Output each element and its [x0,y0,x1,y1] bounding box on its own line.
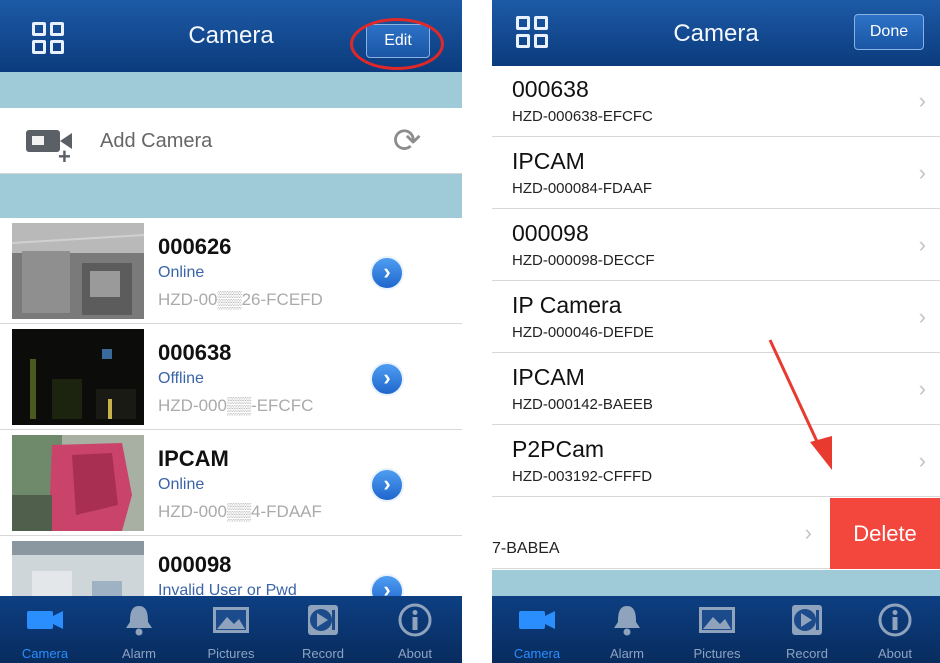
add-camera-icon: + [26,126,80,168]
tab-alarm[interactable]: Alarm [94,596,184,663]
tab-label: Alarm [122,646,156,661]
camera-name: 000638 [158,340,232,365]
tab-label: Pictures [207,646,255,661]
camera-uid: HZD-000▒▒4-FDAAF [158,502,322,521]
camera-name: 000098 [158,552,232,577]
bell-icon [126,606,152,636]
tab-alarm[interactable]: Alarm [582,596,672,663]
chevron-right-icon[interactable]: › [370,468,404,502]
tab-label: About [878,646,912,661]
camera-row[interactable]: 000638 Offline HZD-000▒▒-EFCFC › [0,324,462,430]
video-camera-icon [27,611,63,629]
camera-thumbnail [12,329,144,425]
camera-thumbnail [12,435,144,531]
camera-status: Offline [158,370,204,387]
tab-label: Camera [513,646,561,661]
tab-label: Record [786,646,828,661]
top-bar: Camera Edit [0,0,462,72]
picture-icon [699,607,735,633]
chevron-right-icon[interactable]: › [370,256,404,290]
record-icon [308,605,338,635]
camera-uid: HZD-000▒▒-EFCFC [158,396,314,415]
add-camera-row[interactable]: + Add Camera ⟳ [0,108,462,174]
video-camera-icon [519,611,555,629]
camera-thumbnail [12,223,144,319]
annotation-circle [350,18,444,70]
tab-record[interactable]: Record [278,596,368,663]
camera-row[interactable]: IPCAM Online HZD-000▒▒4-FDAAF › [0,430,462,536]
refresh-icon[interactable]: ⟳ [390,124,424,158]
annotation-arrow [768,339,832,470]
section-band [0,72,462,108]
tab-label: Pictures [693,646,741,661]
tab-bar: Camera Alarm Pictures Record About [492,596,940,663]
camera-name: 000626 [158,234,232,259]
camera-status: Online [158,476,205,493]
tab-label: About [398,646,432,661]
add-camera-label: Add Camera [100,130,213,152]
camera-status: Online [158,264,205,281]
tab-camera[interactable]: Camera [0,596,90,663]
record-icon [792,605,822,635]
tab-camera[interactable]: Camera [492,596,582,663]
camera-name: IPCAM [158,446,229,471]
tab-pictures[interactable]: Pictures [672,596,762,663]
tab-record[interactable]: Record [762,596,852,663]
camera-edit-screen: Camera Done 000638 HZD-000638-EFCFC › IP… [492,0,940,663]
picture-icon [213,607,249,633]
tab-label: Alarm [610,646,644,661]
camera-uid: HZD-00▒▒26-FCEFD [158,290,323,309]
section-band [0,174,462,218]
tab-label: Camera [21,646,69,661]
info-icon [398,603,432,637]
tab-bar: Camera Alarm Pictures Record About [0,596,462,663]
camera-list-screen: Camera Edit + Add Camera ⟳ 000626 Online… [0,0,462,663]
tab-about[interactable]: About [370,596,460,663]
chevron-right-icon[interactable]: › [370,362,404,396]
camera-row[interactable]: 000626 Online HZD-00▒▒26-FCEFD › [0,218,462,324]
tab-label: Record [302,646,344,661]
bell-icon [614,606,640,636]
tab-pictures[interactable]: Pictures [186,596,276,663]
tab-about[interactable]: About [850,596,940,663]
info-icon [878,603,912,637]
